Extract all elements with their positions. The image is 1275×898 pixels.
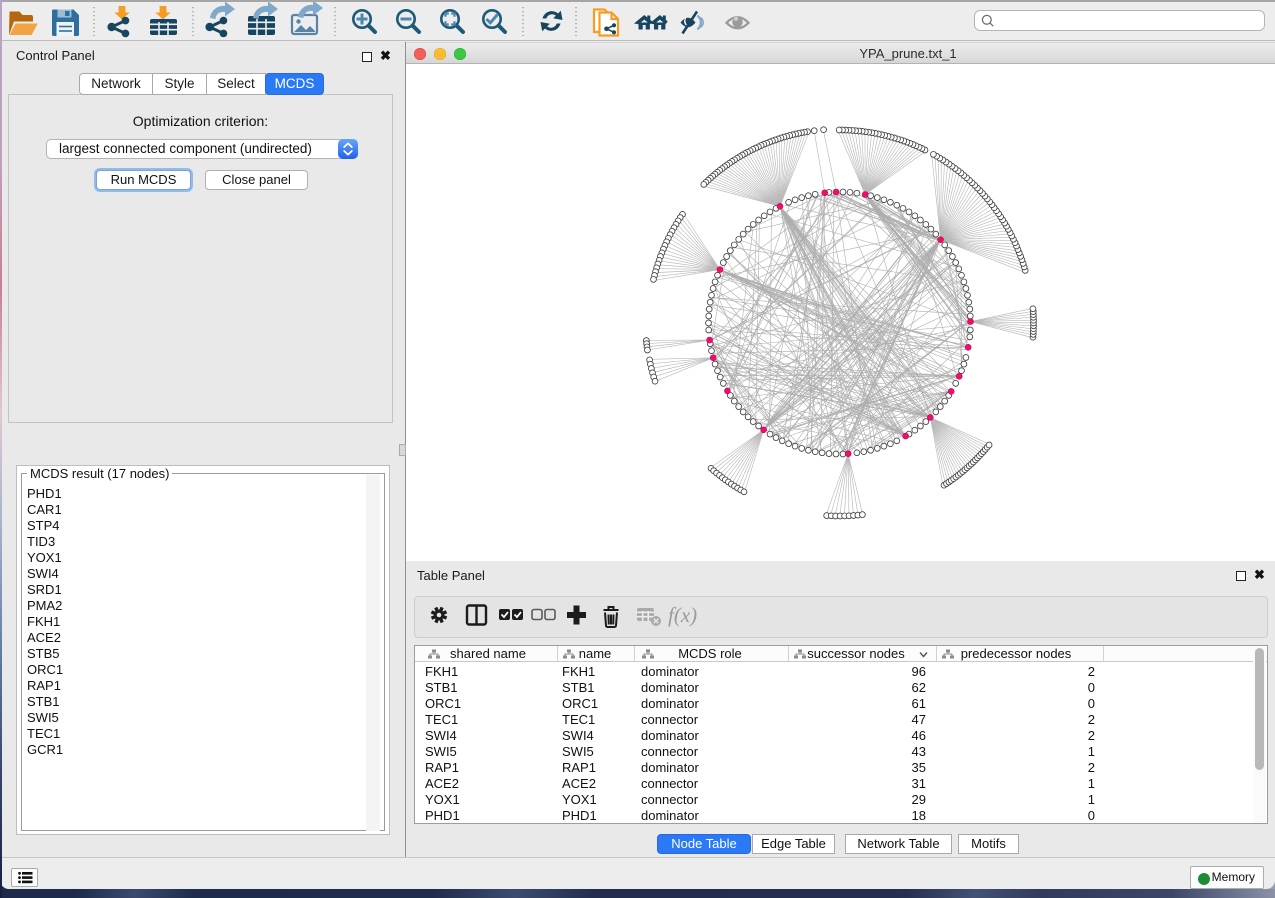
- svg-text:f(x): f(x): [668, 603, 697, 627]
